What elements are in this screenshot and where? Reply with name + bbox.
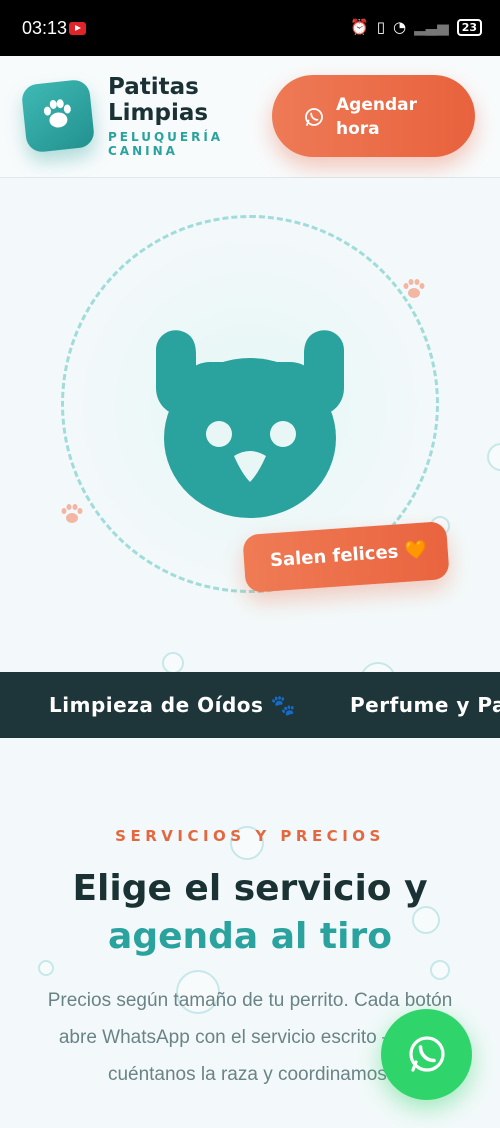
section-heading-accent: agenda al tiro [108, 916, 392, 957]
brand-tagline: PELUQUERÍA CANINA [108, 130, 224, 158]
status-time: 03:13 [22, 18, 68, 38]
logo[interactable] [20, 78, 96, 154]
hero-section: Salen felices 🧡 [0, 178, 500, 672]
services-marquee: Limpieza de Oídos 🐾 Perfume y Pa [0, 672, 500, 738]
bubble-decor [360, 662, 396, 672]
dog-face-icon [156, 330, 344, 518]
alarm-icon: ⏰ [350, 18, 369, 36]
signal-icon: ▂▃▅ [414, 18, 449, 36]
whatsapp-icon [305, 108, 323, 126]
bubble-decor [38, 960, 54, 976]
battery-icon: 23 [456, 18, 482, 36]
bubble-decor [430, 960, 450, 980]
bubble-decor [487, 443, 500, 471]
vibrate-icon: ▯ [376, 18, 385, 36]
marquee-item-label: Perfume y Pa [350, 693, 500, 717]
site-header: Patitas Limpias PELUQUERÍA CANINA Agenda… [0, 56, 500, 178]
book-appointment-button[interactable]: Agendar hora [272, 75, 475, 157]
paw-decor-icon [403, 279, 425, 298]
brand[interactable]: Patitas Limpias PELUQUERÍA CANINA [108, 74, 238, 158]
section-eyebrow: SERVICIOS Y PRECIOS [115, 827, 385, 845]
bubble-decor [162, 652, 184, 672]
paw-icon [43, 99, 71, 128]
marquee-item: Perfume y Pa [350, 693, 500, 717]
wifi-icon: ◔ [392, 18, 407, 36]
marquee-item: Limpieza de Oídos 🐾 [49, 693, 296, 717]
status-icons: ⏰ ▯ ◔ ▂▃▅ 23 [350, 18, 482, 36]
brand-name: Patitas Limpias [108, 74, 209, 126]
whatsapp-floating-button[interactable] [381, 1009, 472, 1100]
paw-decor-icon [61, 504, 83, 523]
status-bar: 03:13 ⏰ ▯ ◔ ▂▃▅ 23 [0, 0, 500, 56]
section-heading: Elige el servicio y [72, 868, 428, 909]
marquee-item-label: Limpieza de Oídos [49, 693, 264, 717]
paw-prints-icon: 🐾 [270, 693, 297, 717]
happy-badge-label: Salen felices 🧡 [269, 539, 428, 572]
book-appointment-label: Agendar hora [336, 95, 417, 139]
whatsapp-icon [409, 1036, 445, 1072]
youtube-notification-icon [69, 22, 86, 35]
